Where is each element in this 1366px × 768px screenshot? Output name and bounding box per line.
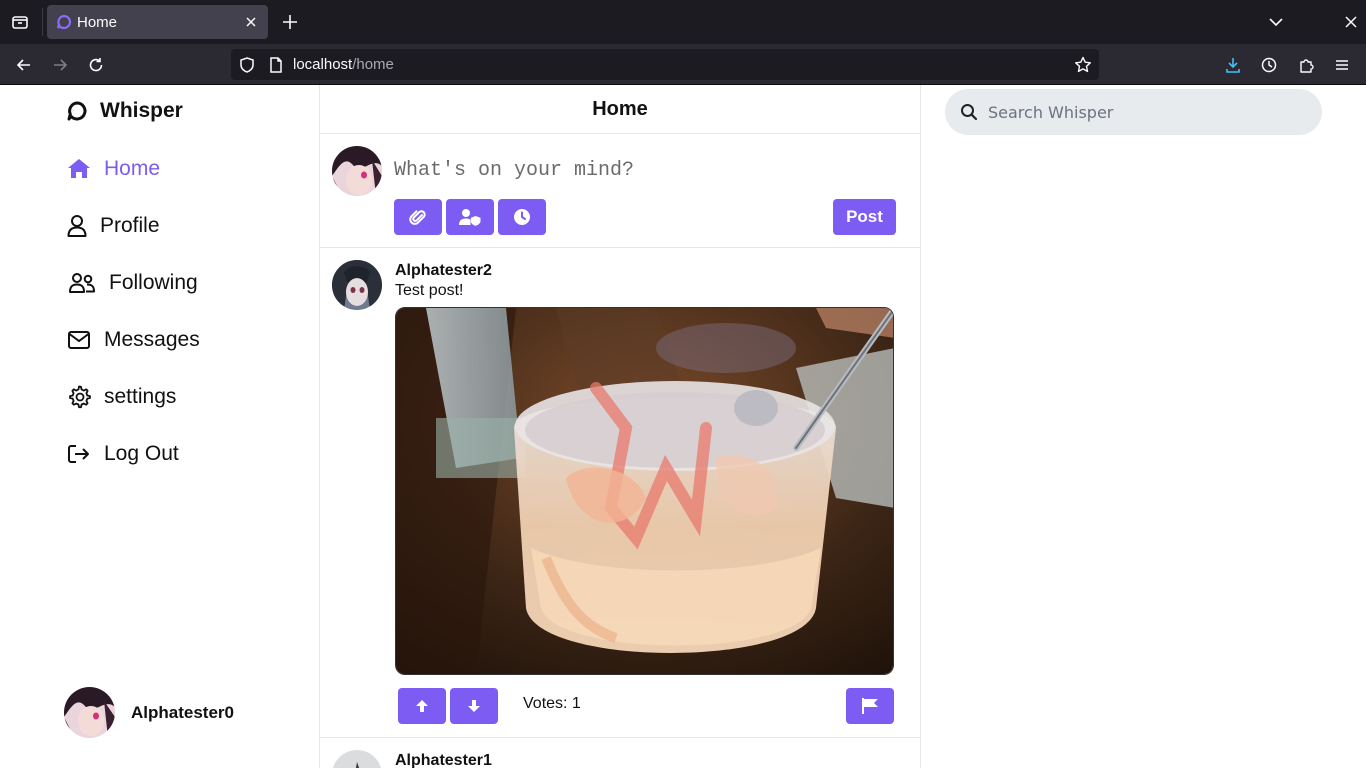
sidebar-item-label: Profile	[100, 214, 160, 237]
download-icon[interactable]	[1222, 54, 1244, 76]
brand[interactable]: Whisper	[66, 99, 183, 123]
attach-button[interactable]	[394, 199, 442, 235]
page-icon[interactable]	[268, 56, 284, 74]
report-button[interactable]	[846, 688, 894, 724]
current-user-card[interactable]: Alphatester0	[64, 687, 234, 738]
sidebar-item-label: Home	[104, 157, 161, 180]
history-icon[interactable]	[1258, 54, 1280, 76]
bookmark-star-icon[interactable]	[1073, 55, 1093, 75]
whisper-favicon-icon	[56, 14, 72, 30]
clock-icon	[514, 209, 530, 225]
user-shield-icon	[459, 209, 481, 226]
sidebar-item-logout[interactable]: Log Out	[66, 441, 179, 467]
tab-title: Home	[77, 14, 118, 31]
user-icon	[66, 213, 88, 239]
post-author[interactable]: Alphatester2	[395, 262, 492, 280]
brand-name: Whisper	[100, 99, 183, 122]
browser-navbar: localhost/home	[0, 44, 1366, 85]
post-image[interactable]	[395, 307, 894, 675]
sidebar-item-profile[interactable]: Profile	[66, 213, 160, 239]
chevron-down-icon[interactable]	[1266, 12, 1286, 32]
audience-button[interactable]	[446, 199, 494, 235]
schedule-button[interactable]	[498, 199, 546, 235]
home-icon	[66, 156, 92, 182]
search-box[interactable]	[945, 89, 1322, 135]
paperclip-icon	[409, 210, 426, 225]
shield-icon[interactable]	[238, 56, 256, 74]
tab-separator	[42, 8, 43, 36]
users-icon	[66, 270, 97, 296]
post-author[interactable]: Alphatester1	[395, 752, 492, 768]
vote-count: Votes: 1	[523, 695, 581, 712]
sidebar-item-label: Following	[109, 271, 198, 294]
url-host: localhost	[293, 56, 353, 73]
browser-tab-home[interactable]: Home	[47, 5, 268, 39]
search-icon	[961, 104, 978, 121]
flag-icon	[862, 698, 878, 714]
sidebar-item-following[interactable]: Following	[66, 270, 198, 296]
sidebar-item-label: Messages	[104, 328, 200, 351]
avatar	[64, 687, 115, 738]
sidebar-item-home[interactable]: Home	[66, 156, 160, 182]
post-button[interactable]: Post	[833, 199, 896, 235]
sidebar-item-label: settings	[104, 385, 177, 408]
arrow-up-icon	[416, 700, 428, 712]
post-text: Test post!	[395, 282, 464, 299]
post-composer: Post	[320, 134, 920, 248]
tab-list-icon[interactable]	[8, 10, 32, 34]
whisper-app: Whisper Home Profile Following Messages	[0, 85, 1366, 768]
address-bar[interactable]: localhost/home	[231, 49, 1099, 80]
sidebar: Whisper Home Profile Following Messages	[0, 85, 320, 768]
upvote-button[interactable]	[398, 688, 446, 724]
right-panel	[921, 85, 1366, 768]
post-card: Alphatester1	[320, 738, 920, 768]
url-path: /home	[352, 56, 394, 73]
logout-icon	[66, 441, 92, 467]
url-text[interactable]: localhost/home	[293, 56, 394, 73]
new-tab-icon[interactable]	[280, 12, 300, 32]
sidebar-item-settings[interactable]: settings	[66, 384, 176, 410]
current-user-name: Alphatester0	[131, 702, 234, 722]
post-card: Alphatester2 Test post! Votes: 1	[320, 248, 920, 738]
sidebar-item-label: Log Out	[104, 442, 179, 465]
avatar[interactable]	[332, 750, 382, 768]
forward-icon[interactable]	[49, 54, 71, 76]
window-close-icon[interactable]	[1341, 12, 1361, 32]
arrow-down-icon	[468, 700, 480, 712]
search-input[interactable]	[988, 98, 1308, 126]
whisper-logo-icon	[67, 101, 87, 121]
reload-icon[interactable]	[85, 54, 107, 76]
envelope-icon	[66, 327, 92, 353]
downvote-button[interactable]	[450, 688, 498, 724]
post-composer-input[interactable]	[394, 156, 874, 184]
feed: Home Post Alphatester2 Test post!	[319, 85, 921, 768]
menu-icon[interactable]	[1331, 54, 1353, 76]
feed-header: Home	[320, 85, 920, 134]
browser-tabbar: Home	[0, 0, 1366, 44]
avatar[interactable]	[332, 260, 382, 310]
gear-icon	[66, 384, 92, 410]
back-icon[interactable]	[13, 54, 35, 76]
page-title: Home	[592, 97, 648, 120]
close-tab-icon[interactable]	[243, 14, 259, 30]
extensions-icon[interactable]	[1295, 54, 1317, 76]
sidebar-item-messages[interactable]: Messages	[66, 327, 200, 353]
avatar	[332, 146, 382, 196]
